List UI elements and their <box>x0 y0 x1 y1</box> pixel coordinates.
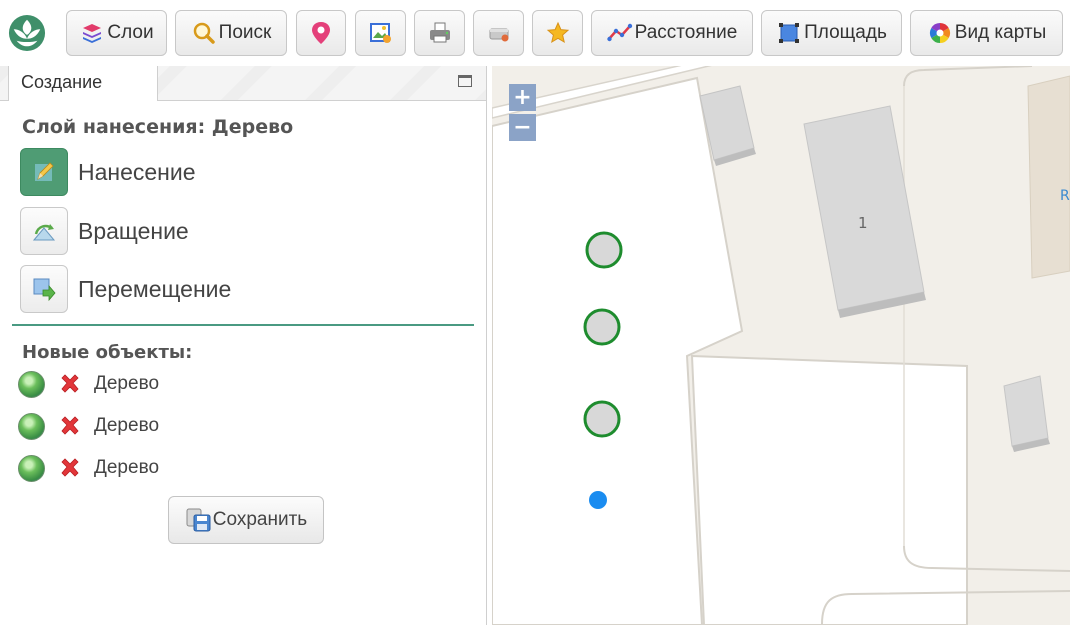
ruler-line-icon <box>606 20 633 46</box>
building-number: 1 <box>858 214 868 232</box>
star-icon <box>545 20 571 46</box>
globe-icon[interactable] <box>18 412 45 440</box>
divider <box>12 324 474 326</box>
app-logo-icon <box>8 14 46 52</box>
eraser-icon <box>486 20 512 46</box>
tree-marker[interactable] <box>585 231 623 269</box>
polygon-area-icon <box>776 20 802 46</box>
tool-draw-label: Нанесение <box>78 158 196 185</box>
printer-icon <box>427 20 453 46</box>
picture-icon <box>368 20 394 46</box>
panel-tab-strip: Создание <box>0 66 486 101</box>
layers-button[interactable]: Слои <box>66 10 167 56</box>
distance-label: Расстояние <box>634 22 738 43</box>
globe-icon[interactable] <box>18 370 45 398</box>
globe-icon[interactable] <box>18 454 45 482</box>
tool-rotate[interactable]: Вращение <box>20 206 189 256</box>
search-button[interactable]: Поиск <box>175 10 287 56</box>
list-item: Дерево <box>18 370 159 398</box>
favorites-button[interactable] <box>532 10 583 56</box>
object-label: Дерево <box>94 457 160 478</box>
map-pin-icon <box>308 20 334 46</box>
map-view-button[interactable]: Вид карты <box>910 10 1063 56</box>
toolbar: Слои Поиск Расстояние Площадь Вид карты <box>0 0 1070 66</box>
marker-button[interactable] <box>296 10 346 56</box>
save-button[interactable]: Сохранить <box>168 496 324 544</box>
list-item: Дерево <box>18 454 159 482</box>
object-label: Дерево <box>94 373 160 394</box>
save-label: Сохранить <box>212 509 308 530</box>
area-label: Площадь <box>804 22 887 43</box>
delete-icon[interactable] <box>57 413 83 439</box>
tab-create[interactable]: Создание <box>8 66 158 101</box>
tool-move-label: Перемещение <box>78 275 232 302</box>
tree-marker[interactable] <box>583 400 621 438</box>
distance-button[interactable]: Расстояние <box>591 10 753 56</box>
area-button[interactable]: Площадь <box>761 10 902 56</box>
cursor-point <box>589 491 607 509</box>
rotate-icon <box>20 207 68 255</box>
layer-title: Слой нанесения: Дерево <box>22 116 294 138</box>
map-view-label: Вид карты <box>954 22 1047 43</box>
tool-move[interactable]: Перемещение <box>20 264 231 314</box>
tool-rotate-label: Вращение <box>78 217 189 244</box>
tree-marker[interactable] <box>583 308 621 346</box>
layers-icon <box>79 20 105 46</box>
zoom-out-button[interactable]: − <box>509 114 536 141</box>
layers-label: Слои <box>107 22 154 43</box>
zoom-in-button[interactable]: + <box>509 84 536 111</box>
eraser-button[interactable] <box>473 10 524 56</box>
new-objects-title: Новые объекты: <box>22 342 193 363</box>
delete-icon[interactable] <box>57 371 83 397</box>
create-panel: Создание Слой нанесения: Дерево Нанесени… <box>0 66 487 625</box>
search-icon <box>191 20 217 46</box>
color-wheel-icon <box>927 20 953 46</box>
delete-icon[interactable] <box>57 455 83 481</box>
map-view[interactable]: 1 R + − <box>492 66 1070 625</box>
pencil-icon <box>20 148 68 196</box>
search-label: Поиск <box>218 22 272 43</box>
object-label: Дерево <box>94 415 160 436</box>
list-item: Дерево <box>18 412 159 440</box>
print-button[interactable] <box>414 10 465 56</box>
map-label-edge: R <box>1060 188 1070 204</box>
move-icon <box>20 265 68 313</box>
maximize-icon[interactable] <box>458 75 472 87</box>
map-canvas[interactable] <box>492 66 1070 625</box>
image-button[interactable] <box>355 10 406 56</box>
tool-draw[interactable]: Нанесение <box>20 147 196 197</box>
save-icon <box>186 508 211 532</box>
